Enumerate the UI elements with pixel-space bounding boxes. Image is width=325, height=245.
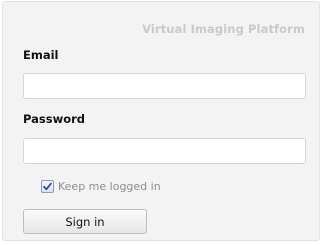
remember-me-row[interactable]: Keep me logged in — [41, 180, 161, 193]
email-field[interactable] — [23, 73, 306, 99]
login-panel: Virtual Imaging Platform Email Password … — [2, 1, 320, 241]
sign-in-button[interactable]: Sign in — [23, 209, 147, 234]
password-field[interactable] — [23, 138, 306, 164]
checkmark-icon — [43, 182, 52, 191]
email-label: Email — [23, 48, 59, 62]
password-label: Password — [23, 112, 85, 126]
remember-me-checkbox[interactable] — [41, 180, 54, 193]
brand-title: Virtual Imaging Platform — [142, 22, 305, 36]
remember-me-label: Keep me logged in — [58, 180, 161, 193]
